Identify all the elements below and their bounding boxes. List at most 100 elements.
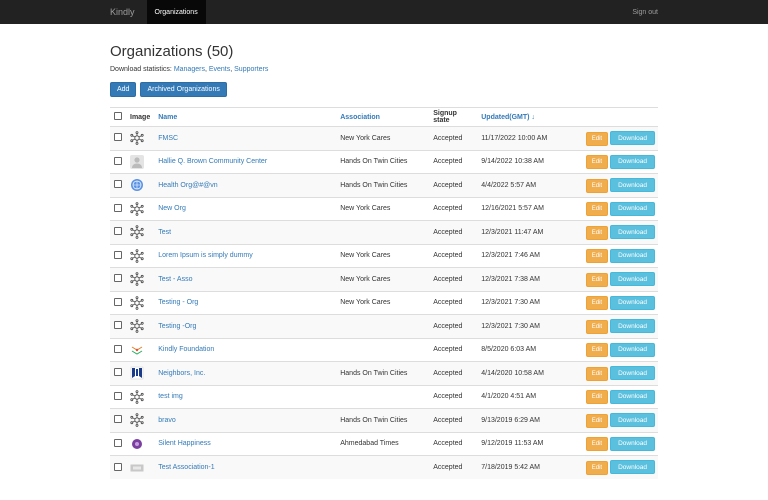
add-button[interactable]: Add <box>110 82 137 97</box>
row-name-cell: Testing - Org <box>154 290 337 315</box>
download-button[interactable]: Download <box>610 413 655 427</box>
row-association: Hands On Twin Cities <box>336 149 430 174</box>
organization-name-link[interactable]: bravo <box>158 417 176 424</box>
page-title: Organizations (50) <box>110 43 234 60</box>
edit-button[interactable]: Edit <box>585 155 609 169</box>
row-select-cell[interactable] <box>110 126 126 150</box>
download-button[interactable]: Download <box>610 389 655 404</box>
organization-name-link[interactable]: New Org <box>158 205 186 212</box>
row-association: Ahmedabad Times <box>336 431 430 456</box>
edit-button[interactable]: Edit <box>585 202 609 216</box>
header-association[interactable]: Association <box>336 107 430 127</box>
organization-name-link[interactable]: Neighbors, Inc. <box>158 370 205 377</box>
archived-organizations-button[interactable]: Archived Organizations <box>140 82 227 97</box>
row-checkbox[interactable] <box>114 368 122 377</box>
edit-button[interactable]: Edit <box>585 460 609 475</box>
download-button[interactable]: Download <box>610 248 655 263</box>
organization-name-link[interactable]: Silent Happiness <box>158 440 211 447</box>
row-select-cell[interactable] <box>110 384 126 409</box>
row-select-cell[interactable] <box>110 220 126 244</box>
download-button[interactable]: Download <box>610 460 655 475</box>
row-checkbox[interactable] <box>114 180 122 189</box>
edit-button[interactable]: Edit <box>585 366 609 381</box>
download-button[interactable]: Download <box>610 295 655 310</box>
row-checkbox[interactable] <box>114 462 122 471</box>
row-checkbox[interactable] <box>114 391 122 400</box>
row-image-cell <box>126 220 155 244</box>
row-checkbox[interactable] <box>114 415 122 424</box>
table-row: Testing - Org New York Cares Accepted 12/3/… <box>110 290 658 315</box>
row-select-cell[interactable] <box>110 314 126 338</box>
row-select-cell[interactable] <box>110 196 126 221</box>
header-updated[interactable]: Updated(GMT) ↓ <box>477 107 567 127</box>
row-checkbox[interactable] <box>114 438 122 447</box>
download-button[interactable]: Download <box>610 154 655 169</box>
header-name[interactable]: Name <box>154 107 337 127</box>
download-button[interactable]: Download <box>610 272 655 286</box>
edit-button[interactable]: Edit <box>585 437 609 451</box>
organization-name-link[interactable]: Testing - Org <box>158 299 198 306</box>
organization-name-link[interactable]: test img <box>158 393 183 400</box>
organization-name-link[interactable]: Test <box>158 229 171 236</box>
row-checkbox[interactable] <box>114 133 122 142</box>
row-select-cell[interactable] <box>110 361 126 385</box>
edit-button[interactable]: Edit <box>585 272 609 287</box>
row-checkbox[interactable] <box>114 344 122 353</box>
organization-name-link[interactable]: Hallie Q. Brown Community Center <box>158 158 267 165</box>
download-button[interactable]: Download <box>610 436 655 451</box>
row-select-cell[interactable] <box>110 408 126 432</box>
row-select-cell[interactable] <box>110 243 126 268</box>
row-select-cell[interactable] <box>110 455 126 479</box>
row-checkbox[interactable] <box>114 250 122 259</box>
colorful-logo-icon <box>130 343 144 357</box>
download-button[interactable]: Download <box>610 178 655 192</box>
download-button[interactable]: Download <box>610 342 655 357</box>
download-button[interactable]: Download <box>610 319 655 333</box>
organization-name-link[interactable]: Test Association-1 <box>158 464 214 471</box>
stats-events-link[interactable]: Events <box>209 66 230 73</box>
organization-name-link[interactable]: Testing -Org <box>158 323 196 330</box>
download-button[interactable]: Download <box>610 366 655 380</box>
stats-supporters-link[interactable]: Supporters <box>234 66 268 73</box>
row-checkbox[interactable] <box>114 203 122 212</box>
select-all-checkbox[interactable] <box>114 112 122 120</box>
row-checkbox[interactable] <box>114 156 122 165</box>
purple-flower-icon <box>130 437 144 451</box>
row-select-cell[interactable] <box>110 431 126 456</box>
nav-tab-organizations[interactable]: Organizations <box>146 0 206 24</box>
row-checkbox[interactable] <box>114 227 122 236</box>
edit-button[interactable]: Edit <box>585 131 609 146</box>
organization-name-link[interactable]: Kindly Foundation <box>158 346 214 353</box>
brand-logo[interactable]: Kindly <box>0 0 147 24</box>
row-checkbox[interactable] <box>114 274 122 283</box>
download-button[interactable]: Download <box>610 225 655 239</box>
row-select-cell[interactable] <box>110 149 126 174</box>
table-row: Testing -Org Accepted 12/3/2021 7:30 AM Edi… <box>110 314 658 338</box>
edit-button[interactable]: Edit <box>585 343 609 357</box>
edit-button[interactable]: Edit <box>585 413 609 428</box>
row-checkbox[interactable] <box>114 297 122 306</box>
edit-button[interactable]: Edit <box>585 178 609 193</box>
header-signup-state: Signup state <box>429 107 478 127</box>
edit-button[interactable]: Edit <box>585 225 609 240</box>
download-button[interactable]: Download <box>610 131 655 145</box>
download-button[interactable]: Download <box>610 201 655 216</box>
stats-managers-link[interactable]: Managers <box>174 66 205 73</box>
organization-name-link[interactable]: Health Org@#@vn <box>158 182 217 189</box>
organization-name-link[interactable]: FMSC <box>158 135 178 142</box>
edit-button[interactable]: Edit <box>585 390 609 404</box>
select-all-header[interactable] <box>110 107 126 127</box>
row-actions: Edit Download <box>566 290 658 315</box>
edit-button[interactable]: Edit <box>585 249 609 263</box>
edit-button[interactable]: Edit <box>585 319 609 334</box>
row-select-cell[interactable] <box>110 267 126 291</box>
row-select-cell[interactable] <box>110 173 126 197</box>
row-select-cell[interactable] <box>110 290 126 315</box>
row-select-cell[interactable] <box>110 337 126 362</box>
organization-name-link[interactable]: Lorem Ipsum is simply dummy <box>158 252 253 259</box>
table-row: Test Accepted 12/3/2021 11:47 AM Edit Downlo… <box>110 220 658 244</box>
edit-button[interactable]: Edit <box>585 296 609 310</box>
sign-out-link[interactable]: Sign out <box>632 0 658 24</box>
row-checkbox[interactable] <box>114 321 122 330</box>
organization-name-link[interactable]: Test - Asso <box>158 276 192 283</box>
